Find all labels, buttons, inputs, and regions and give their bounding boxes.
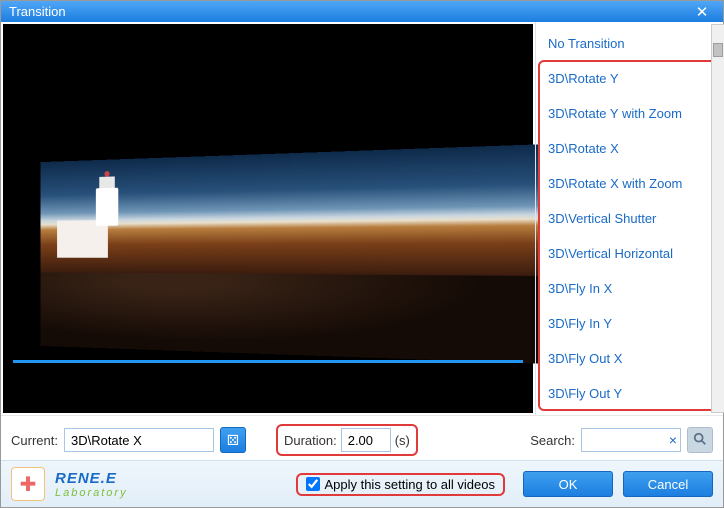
plus-icon: ✚ — [20, 472, 37, 497]
random-transition-button[interactable]: ⚄ — [220, 427, 246, 453]
search-box: × — [581, 428, 681, 452]
apply-all-label: Apply this setting to all videos — [324, 477, 495, 492]
scrollbar[interactable] — [711, 24, 724, 413]
transition-item[interactable]: 3D\Rotate X with Zoom — [538, 166, 721, 201]
brand-line2: Laboratory — [55, 487, 128, 499]
controls-row: Current: ⚄ Duration: (s) Search: × — [1, 415, 723, 460]
preview-canvas — [13, 154, 523, 354]
brand-text: RENE.E Laboratory — [55, 470, 128, 499]
apply-all-checkbox[interactable] — [306, 477, 320, 491]
transition-item[interactable]: 3D\Rotate Y with Zoom — [538, 96, 721, 131]
brand-logo: ✚ — [11, 467, 45, 501]
transition-item[interactable]: 3D\Fly Out X — [538, 341, 721, 376]
duration-unit: (s) — [395, 433, 410, 448]
window-title: Transition — [9, 4, 689, 19]
transition-item[interactable]: 3D\Rotate X — [538, 131, 721, 166]
preview-timeline-marker — [13, 360, 523, 363]
preview-scene-image — [41, 144, 540, 363]
transition-list[interactable]: No Transition 3D\Rotate Y 3D\Rotate Y wi… — [535, 22, 723, 415]
transition-item[interactable]: 3D\Vertical Shutter — [538, 201, 721, 236]
transition-item[interactable]: 3D\Vertical Horizontal — [538, 236, 721, 271]
apply-all-group[interactable]: Apply this setting to all videos — [296, 473, 505, 496]
preview-pane — [3, 24, 533, 413]
cancel-button[interactable]: Cancel — [623, 471, 713, 497]
transition-item[interactable]: 3D\Fly In Y — [538, 306, 721, 341]
duration-group: Duration: (s) — [276, 424, 418, 456]
scrollbar-thumb[interactable] — [713, 43, 723, 57]
dice-icon: ⚄ — [227, 432, 239, 449]
transition-item[interactable]: 3D\Rotate Y — [538, 61, 721, 96]
search-button[interactable] — [687, 427, 713, 453]
ok-button[interactable]: OK — [523, 471, 613, 497]
clear-search-icon[interactable]: × — [669, 432, 677, 448]
search-label: Search: — [530, 433, 575, 448]
titlebar[interactable]: Transition ✕ — [1, 1, 723, 22]
transition-item-none[interactable]: No Transition — [538, 26, 721, 61]
brand-line1: RENE.E — [55, 470, 128, 487]
close-icon: ✕ — [696, 3, 709, 21]
footer-bar: ✚ RENE.E Laboratory Apply this setting t… — [1, 460, 723, 507]
content-area: No Transition 3D\Rotate Y 3D\Rotate Y wi… — [1, 22, 723, 415]
close-button[interactable]: ✕ — [689, 2, 715, 22]
current-transition-field[interactable] — [64, 428, 214, 452]
current-label: Current: — [11, 433, 58, 448]
transition-item[interactable]: 3D\Fly Out Y — [538, 376, 721, 411]
search-input[interactable] — [581, 428, 681, 452]
duration-field[interactable] — [341, 428, 391, 452]
transition-dialog: Transition ✕ No Transition 3D\Rotate Y 3… — [0, 0, 724, 508]
transition-item[interactable]: 3D\Fly In X — [538, 271, 721, 306]
search-icon — [693, 432, 707, 449]
duration-label: Duration: — [284, 433, 337, 448]
